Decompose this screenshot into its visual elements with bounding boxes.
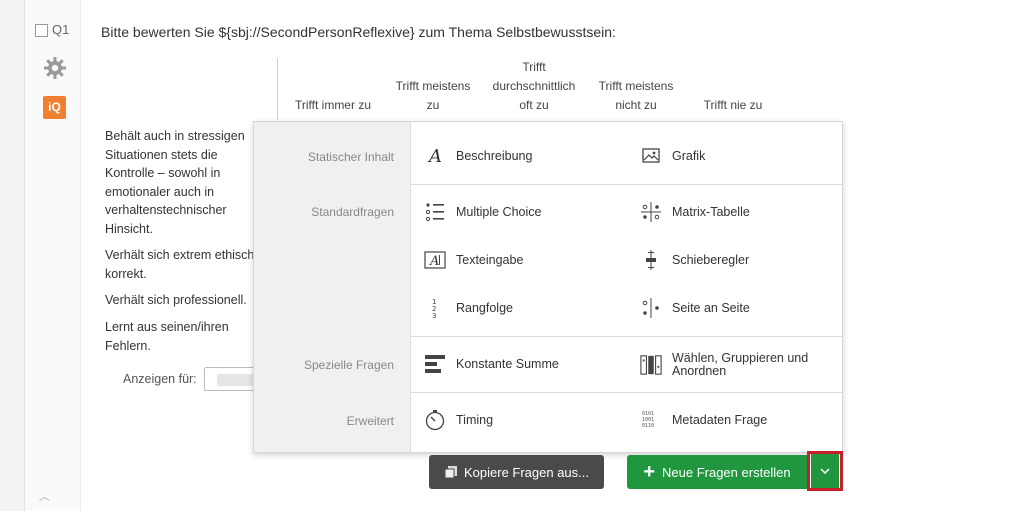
column-header: Trifft immer zu [287, 96, 379, 115]
category-standard-questions: Standardfragen [311, 205, 394, 219]
menu-item-seite-an-seite[interactable]: Seite an Seite [640, 296, 750, 320]
menu-item-multiple-choice[interactable]: Multiple Choice [424, 200, 541, 224]
menu-item-label: Rangfolge [456, 301, 513, 315]
text-a-icon: A [424, 145, 446, 167]
copy-questions-button[interactable]: Kopiere Fragen aus... [429, 455, 604, 489]
menu-item-timing[interactable]: Timing [424, 408, 493, 432]
iq-icon[interactable]: iQ [43, 96, 66, 119]
question-text[interactable]: Bitte bewerten Sie ${sbj://SecondPersonR… [101, 24, 616, 40]
menu-item-label-line: Anordnen [672, 364, 727, 378]
question-id: Q1 [52, 22, 70, 37]
pick-group-rank-icon [640, 354, 662, 376]
column-header-line: Trifft meistens [598, 79, 674, 93]
category-column: Statischer Inhalt Standardfragen Speziel… [254, 122, 411, 452]
menu-item-rangfolge[interactable]: 123 Rangfolge [424, 296, 513, 320]
menu-item-metadaten[interactable]: 0101 1001 0110 Metadaten Frage [640, 408, 767, 432]
svg-text:A: A [429, 254, 439, 269]
copy-questions-label: Kopiere Fragen aus... [463, 464, 590, 480]
plus-icon: + [643, 461, 656, 483]
svg-text:A: A [427, 146, 442, 166]
text-entry-icon: A [424, 249, 446, 271]
menu-separator [411, 392, 842, 393]
category-special-questions: Spezielle Fragen [303, 358, 394, 372]
question-gutter: Q1 iQ ︿ [25, 0, 81, 511]
column-header-line: oft zu [519, 98, 549, 112]
copy-icon [444, 466, 457, 479]
menu-item-label: Multiple Choice [456, 205, 542, 219]
column-header-line: durchschnittlich [492, 79, 576, 93]
category-advanced: Erweitert [346, 414, 394, 428]
menu-item-konstante-summe[interactable]: Konstante Summe [424, 352, 559, 376]
menu-item-texteingabe[interactable]: A Texteingabe [424, 248, 523, 272]
menu-item-label: Matrix-Tabelle [672, 205, 750, 219]
dropdown-toggle-fill [811, 454, 839, 488]
menu-item-label: Timing [456, 413, 494, 427]
menu-item-label: Schieberegler [672, 253, 750, 267]
matrix-icon [640, 201, 662, 223]
gear-icon[interactable] [43, 56, 67, 80]
timer-icon [424, 409, 446, 431]
create-new-question-label: Neue Fragen erstellen [662, 464, 791, 480]
image-icon [640, 145, 662, 167]
column-header: Trifft nie zu [687, 96, 779, 115]
redacted-value [217, 374, 257, 386]
matrix-divider [277, 58, 278, 120]
menu-separator [411, 184, 842, 185]
column-header-line: nicht zu [615, 98, 657, 112]
menu-item-label: Beschreibung [456, 149, 533, 163]
menu-item-label: Konstante Summe [456, 357, 559, 371]
column-header-line: Trifft immer zu [294, 98, 371, 112]
constant-sum-icon [424, 353, 446, 375]
question-type-dropdown-toggle[interactable] [807, 451, 843, 491]
column-header-line: zu [426, 98, 440, 112]
menu-item-waehlen-gruppieren[interactable]: Wählen, Gruppieren und Anordnen [640, 348, 808, 382]
menu-item-label: Grafik [672, 149, 706, 163]
display-for-label: Anzeigen für: [123, 372, 197, 386]
menu-item-label: Seite an Seite [672, 301, 750, 315]
column-header: Trifft durchschnittlich oft zu [483, 58, 585, 115]
column-header: Trifft meistens nicht zu [587, 77, 685, 115]
side-by-side-icon [640, 297, 662, 319]
svg-text:0110: 0110 [642, 423, 654, 429]
column-header-line: Trifft meistens [395, 79, 471, 93]
metadata-icon: 0101 1001 0110 [640, 409, 662, 431]
slider-icon [640, 249, 662, 271]
menu-item-grafik[interactable]: Grafik [640, 144, 705, 168]
menu-item-matrix-tabelle[interactable]: Matrix-Tabelle [640, 200, 750, 224]
new-question-type-menu: Statischer Inhalt Standardfragen Speziel… [253, 121, 843, 453]
create-new-question-button[interactable]: + Neue Fragen erstellen [627, 455, 807, 489]
menu-item-label: Wählen, Gruppieren und Anordnen [672, 352, 808, 378]
category-static-content: Statischer Inhalt [307, 150, 394, 164]
question-select-checkbox[interactable] [35, 24, 48, 37]
svg-text:3: 3 [432, 312, 436, 319]
column-header: Trifft meistens zu [387, 77, 479, 115]
menu-item-label: Metadaten Frage [672, 413, 768, 427]
multiple-choice-icon [424, 201, 446, 223]
rank-order-icon: 123 [424, 297, 446, 319]
menu-item-schieberegler[interactable]: Schieberegler [640, 248, 749, 272]
menu-separator [411, 336, 842, 337]
column-header-line: Trifft [522, 60, 546, 74]
menu-item-beschreibung[interactable]: A Beschreibung [424, 144, 532, 168]
collapse-caret-icon[interactable]: ︿ [39, 488, 50, 504]
chevron-down-icon [820, 468, 830, 474]
menu-item-label: Texteingabe [456, 253, 524, 267]
column-header-line: Trifft nie zu [703, 98, 763, 112]
